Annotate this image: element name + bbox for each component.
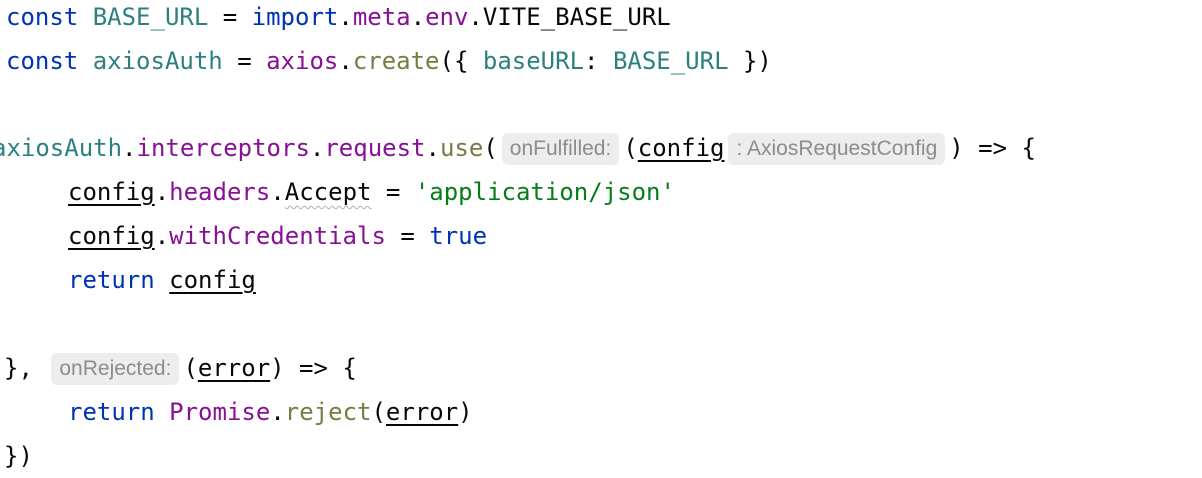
dot: . [154,222,170,250]
code-line-5: config.headers.Accept = 'application/jso… [68,177,675,207]
dot: . [410,3,426,31]
open-paren: ( [371,398,386,426]
keyword-const: const [6,3,79,31]
operator-equals: = [237,47,252,75]
arrow-open-brace: ) => { [949,134,1036,162]
close-brace-paren: }) [4,442,33,470]
keyword-import: import [251,3,339,31]
variable-error: error [385,398,459,426]
inlay-hint-type[interactable]: : AxiosRequestConfig [728,133,946,165]
open-paren: ( [623,134,638,162]
code-editor[interactable]: const BASE_URL = import.meta.env.VITE_BA… [0,0,1202,478]
open-brace: ({ [439,47,483,75]
inlay-hint-on-rejected[interactable]: onRejected: [51,353,180,385]
operator-equals: = [371,178,415,206]
open-paren: ( [183,354,198,382]
value-base-url: BASE_URL [612,47,729,75]
function-create: create [352,47,440,75]
dot: . [122,134,137,162]
property-headers: headers [169,178,271,206]
code-line-10: return Promise.reject(error) [68,397,473,427]
keyword-const: const [6,47,79,75]
colon: : [584,47,613,75]
function-reject: reject [284,398,372,426]
operator-equals: = [385,222,430,250]
dot: . [338,47,353,75]
dot: . [309,134,325,162]
keyword-true: true [429,222,488,250]
property-request: request [324,134,426,162]
inlay-hint-on-fulfilled[interactable]: onFulfilled: [501,133,620,165]
property-vite-base-url: .VITE_BASE_URL [468,3,671,31]
dot: . [154,178,170,206]
dot: . [338,3,353,31]
variable-config: config [68,178,155,206]
property-interceptors: interceptors [136,134,310,162]
property-base-url: baseURL [482,47,585,75]
identifier-promise: Promise [169,398,271,426]
function-use: use [439,134,484,162]
open-paren: ( [483,134,498,162]
code-line-7: return config [68,265,256,295]
keyword-return: return [68,266,155,294]
property-env: env [425,3,469,31]
close-paren: ) [458,398,473,426]
property-meta: meta [352,3,411,31]
operator-equals: = [222,3,238,31]
string-application-json: 'application/json' [414,178,675,206]
arrow-open-brace: ) => { [270,354,357,382]
keyword-return: return [68,398,155,426]
dot: . [270,178,285,206]
code-line-11: }) [4,441,33,471]
identifier-axios: axios [266,47,339,75]
code-line-9: }, onRejected: (error) => { [4,353,357,385]
dot: . [425,134,440,162]
parameter-error: error [197,354,271,382]
identifier-base-url: BASE_URL [92,3,209,31]
parameter-config: config [637,134,725,162]
variable-config: config [68,222,155,250]
code-line-1: const BASE_URL = import.meta.env.VITE_BA… [6,2,671,32]
code-line-4: axiosAuth.interceptors.request.use(onFul… [0,133,1036,165]
code-line-2: const axiosAuth = axios.create({ baseURL… [6,46,772,76]
property-accept: Accept [284,178,372,206]
close-brace: }) [728,47,772,75]
close-brace-comma: }, [4,354,33,382]
identifier-axios-auth: axiosAuth [92,47,223,75]
identifier-axios-auth: axiosAuth [0,134,123,162]
dot: . [270,398,285,426]
variable-config: config [169,266,256,294]
code-line-6: config.withCredentials = true [68,221,487,251]
property-with-credentials: withCredentials [169,222,386,250]
